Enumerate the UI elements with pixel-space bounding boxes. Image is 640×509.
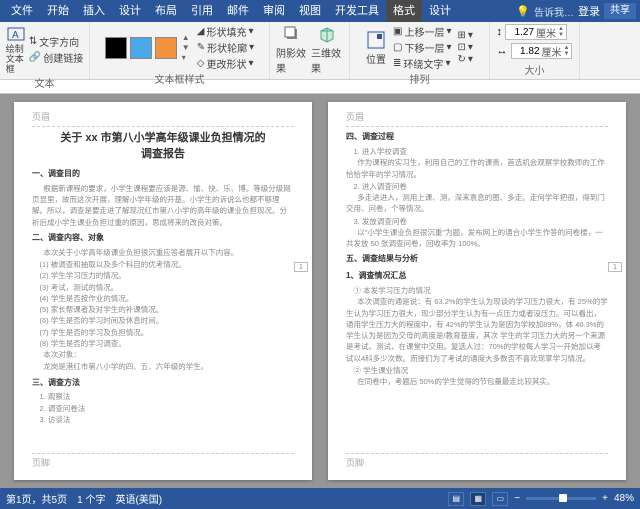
textbox-marker[interactable]: 1 [608,262,622,272]
shape-outline-button[interactable]: ✎形状轮廓 ▾ [197,40,254,55]
style-black[interactable] [105,37,127,59]
tell-me[interactable]: 告诉我… [534,4,574,19]
tab-devtools[interactable]: 开发工具 [328,0,386,22]
tab-home[interactable]: 开始 [40,0,76,22]
style-orange[interactable] [155,37,177,59]
textbox-marker[interactable]: 1 [294,262,308,272]
tab-file[interactable]: 文件 [4,0,40,22]
height-icon: ↕ [497,26,503,38]
width-icon: ↔ [497,45,508,57]
ruler [0,80,640,94]
group-arrange-label: 排列 [410,71,430,86]
page-header: 页眉 [346,110,608,127]
send-backward-button[interactable]: ▢下移一层 ▾ [393,40,451,55]
group-icon: ⊡ [458,42,466,53]
gallery-down[interactable]: ▼ [182,43,190,52]
height-input[interactable]: 1.27厘米▲▼ [505,24,567,40]
status-lang[interactable]: 英语(美国) [115,491,162,506]
outline-icon: ✎ [197,42,205,53]
page-2[interactable]: 页眉 四、调查过程 1. 进入学校调查 作为课程的实习生，利用自己的工作的课责，… [328,102,626,480]
cube-icon [317,24,337,44]
wrap-icon: ≣ [393,58,401,69]
fill-icon: ◢ [197,26,205,37]
tab-design[interactable]: 设计 [112,0,148,22]
status-words[interactable]: 1 个字 [77,491,105,506]
bring-forward-button[interactable]: ▣上移一层 ▾ [393,24,451,39]
3d-button[interactable]: 三维效果 [311,24,343,75]
tab-view[interactable]: 视图 [292,0,328,22]
draw-textbox-button[interactable]: A 绘制 文本框 [6,24,26,75]
shape-fill-button[interactable]: ◢形状填充 ▾ [197,24,254,39]
zoom-value[interactable]: 48% [614,493,634,504]
position-button[interactable]: 位置 [366,30,386,66]
tab-review[interactable]: 审阅 [256,0,292,22]
status-pages[interactable]: 第1页，共5页 [6,491,67,506]
tab-insert[interactable]: 插入 [76,0,112,22]
shadow-icon [282,24,302,44]
shadow-button[interactable]: 阴影效果 [276,24,308,75]
tab-layout[interactable]: 布局 [148,0,184,22]
change-icon: ◇ [197,58,205,69]
tab-mailings[interactable]: 邮件 [220,0,256,22]
group-text-label: 文本 [35,75,55,90]
width-input[interactable]: 1.82厘米▲▼ [511,43,573,59]
page-footer: 页脚 [32,453,294,472]
svg-text:A: A [12,30,19,41]
group-size-label: 大小 [525,62,545,77]
wrap-text-button[interactable]: ≣环绕文字 ▾ [393,56,451,71]
gallery-more[interactable]: ▾ [182,53,190,62]
textbox-icon: A [6,24,26,44]
tab-format[interactable]: 格式 [386,0,422,22]
change-shape-button[interactable]: ◇更改形状 ▾ [197,56,254,71]
group-style-label: 文本框样式 [155,71,205,86]
group-button[interactable]: ⊡▾ [458,42,473,53]
zoom-in[interactable]: + [602,493,608,504]
position-icon [366,30,386,50]
document-area[interactable]: 页眉 关于 xx 市第八小学高年级课业负担情况的调查报告 一、调查目的 根据新课… [0,94,640,488]
rotate-icon: ↻ [458,54,466,65]
view-print[interactable]: ▦ [470,492,486,506]
style-blue[interactable] [130,37,152,59]
link-icon: 🔗 [29,52,41,63]
tab-references[interactable]: 引用 [184,0,220,22]
textdir-icon: ⇅ [29,36,37,47]
page-1[interactable]: 页眉 关于 xx 市第八小学高年级课业负担情况的调查报告 一、调查目的 根据新课… [14,102,312,480]
create-link-button[interactable]: 🔗创建链接 [29,50,83,65]
align-button[interactable]: ⊞▾ [458,30,473,41]
page-header: 页眉 [32,110,294,127]
login-link[interactable]: 登录 [578,3,600,19]
align-icon: ⊞ [458,30,466,41]
zoom-out[interactable]: − [514,493,520,504]
gallery-up[interactable]: ▲ [182,33,190,42]
zoom-slider[interactable] [526,497,596,500]
page-footer: 页脚 [346,453,608,472]
up-layer-icon: ▣ [393,26,402,37]
text-direction-button[interactable]: ⇅文字方向 [29,34,83,49]
view-read[interactable]: ▤ [448,492,464,506]
rotate-button[interactable]: ↻▾ [458,54,473,65]
tab-design2[interactable]: 设计 [422,0,458,22]
down-layer-icon: ▢ [393,42,402,53]
bulb-icon: 💡 [516,5,530,18]
share-button[interactable]: 共享 [604,3,636,19]
view-web[interactable]: ▭ [492,492,508,506]
